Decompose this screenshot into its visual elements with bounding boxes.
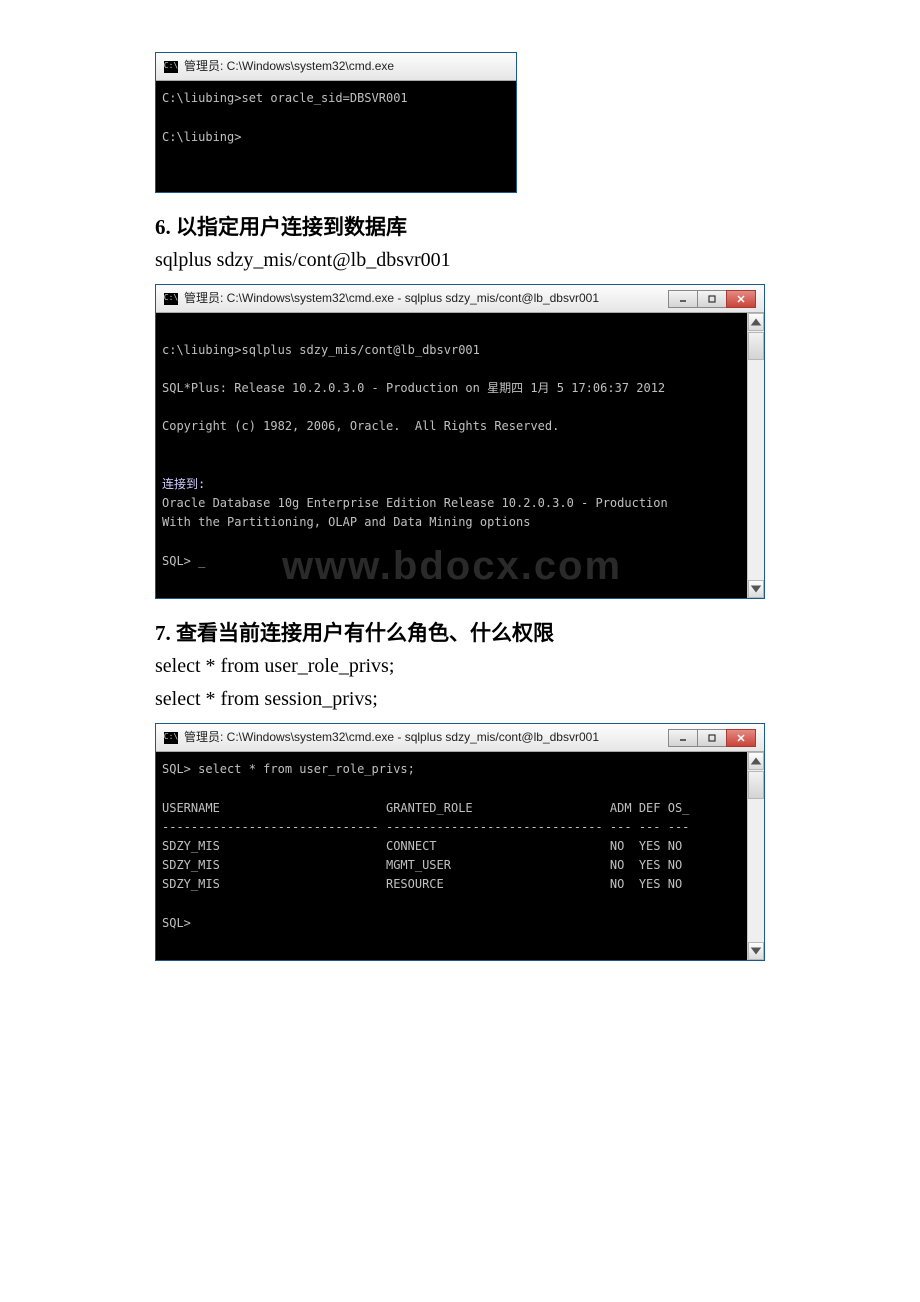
terminal-line [162,360,742,379]
scroll-down-icon[interactable] [748,942,764,960]
terminal-line: USERNAME GRANTED_ROLE ADM DEF OS_ [162,799,742,818]
terminal-line: Copyright (c) 1982, 2006, Oracle. All Ri… [162,417,742,436]
terminal-line: 连接到: [162,475,742,494]
window-title: 管理员: C:\Windows\system32\cmd.exe - sqlpl… [184,289,669,308]
titlebar: C:\ 管理员: C:\Windows\system32\cmd.exe - s… [156,285,764,313]
maximize-button[interactable] [697,290,727,308]
minimize-button[interactable] [668,729,698,747]
terminal-line: SDZY_MIS MGMT_USER NO YES NO [162,856,742,875]
terminal-window-2: C:\ 管理员: C:\Windows\system32\cmd.exe - s… [155,284,765,599]
cmd-icon: C:\ [164,293,178,305]
terminal-line: With the Partitioning, OLAP and Data Min… [162,513,742,532]
terminal-line [162,456,742,475]
terminal-line: SQL> _ [162,552,742,571]
command-text: select * from user_role_privs; [155,655,765,678]
scroll-up-icon[interactable] [748,313,764,331]
terminal-line: ------------------------------ ---------… [162,818,742,837]
scroll-track[interactable] [748,770,764,942]
window-buttons [669,729,756,747]
terminal-line [162,437,742,456]
terminal-line [162,895,742,914]
terminal-line: SDZY_MIS CONNECT NO YES NO [162,837,742,856]
scrollbar[interactable] [747,752,764,960]
heading-number: 7. [155,621,171,645]
terminal-line: SQL> select * from user_role_privs; [162,760,742,779]
window-title: 管理员: C:\Windows\system32\cmd.exe - sqlpl… [184,728,669,747]
terminal-line: SQL> [162,914,742,933]
cmd-icon: C:\ [164,732,178,744]
maximize-button[interactable] [697,729,727,747]
terminal-line: Oracle Database 10g Enterprise Edition R… [162,494,742,513]
window-buttons [669,290,756,308]
terminal-line [162,321,742,340]
terminal-line: C:\liubing>set oracle_sid=DBSVR001 [162,89,510,108]
scrollbar[interactable] [747,313,764,598]
terminal-line: c:\liubing>sqlplus sdzy_mis/cont@lb_dbsv… [162,341,742,360]
heading-number: 6. [155,215,171,239]
command-text: select * from session_privs; [155,688,765,711]
titlebar: C:\ 管理员: C:\Windows\system32\cmd.exe - s… [156,724,764,752]
terminal-line [162,933,742,952]
terminal-line [162,779,742,798]
terminal-line: SQL*Plus: Release 10.2.0.3.0 - Productio… [162,379,742,398]
scroll-thumb[interactable] [748,771,764,799]
terminal-window-1: C:\ 管理员: C:\Windows\system32\cmd.exe C:\… [155,52,517,193]
terminal-line [162,532,742,551]
minimize-button[interactable] [668,290,698,308]
heading-7: 7. 查看当前连接用户有什么角色、什么权限 [155,617,765,647]
terminal-line: C:\liubing> [162,128,510,147]
cmd-icon: C:\ [164,61,178,73]
window-title: 管理员: C:\Windows\system32\cmd.exe [184,57,508,76]
scroll-track[interactable] [748,331,764,580]
close-button[interactable] [726,729,756,747]
terminal-body[interactable]: SQL> select * from user_role_privs; USER… [156,752,764,960]
close-button[interactable] [726,290,756,308]
command-text: sqlplus sdzy_mis/cont@lb_dbsvr001 [155,249,765,272]
terminal-line [162,108,510,127]
terminal-line: SDZY_MIS RESOURCE NO YES NO [162,875,742,894]
scroll-thumb[interactable] [748,332,764,360]
terminal-line [162,147,510,166]
heading-6: 6. 以指定用户连接到数据库 [155,211,765,241]
terminal-body[interactable]: C:\liubing>set oracle_sid=DBSVR001 C:\li… [156,81,516,192]
heading-text: 查看当前连接用户有什么角色、什么权限 [171,621,554,645]
scroll-up-icon[interactable] [748,752,764,770]
scroll-down-icon[interactable] [748,580,764,598]
titlebar: C:\ 管理员: C:\Windows\system32\cmd.exe [156,53,516,81]
heading-text: 以指定用户连接到数据库 [171,215,407,239]
terminal-line [162,571,742,590]
terminal-window-3: C:\ 管理员: C:\Windows\system32\cmd.exe - s… [155,723,765,961]
terminal-body[interactable]: c:\liubing>sqlplus sdzy_mis/cont@lb_dbsv… [156,313,764,598]
terminal-line [162,398,742,417]
